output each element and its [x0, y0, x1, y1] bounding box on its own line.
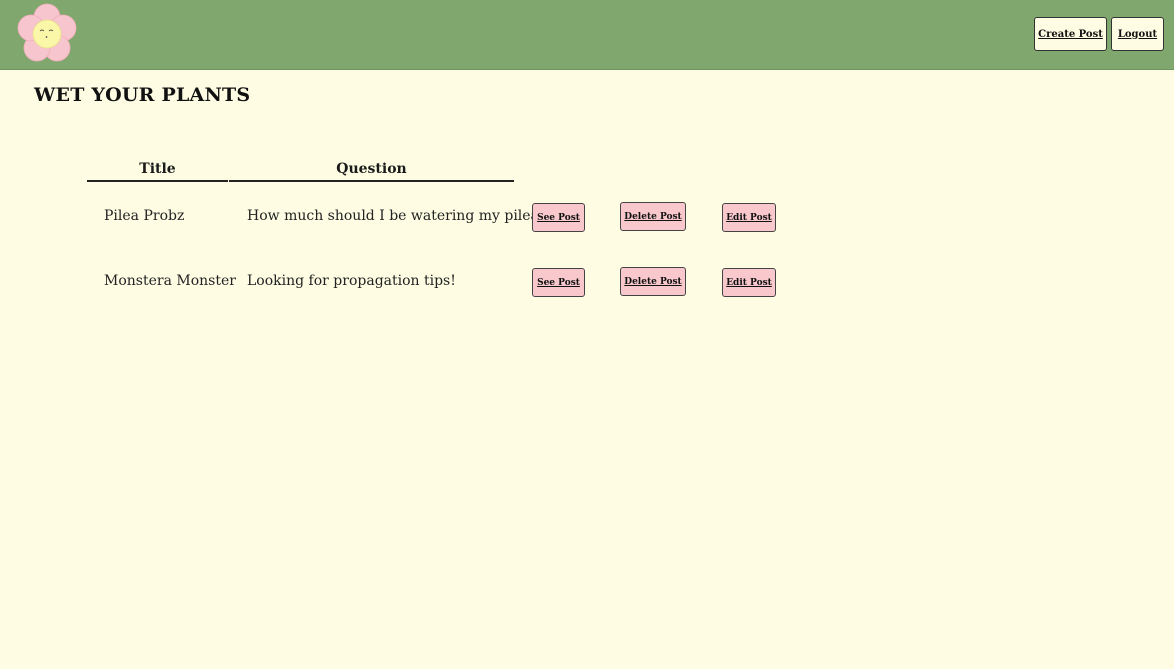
delete-post-button[interactable]: Delete Post	[620, 267, 686, 296]
flower-logo-icon[interactable]	[16, 3, 78, 65]
page-title: WET YOUR PLANTS	[34, 84, 251, 106]
logout-button[interactable]: Logout	[1111, 17, 1164, 51]
delete-post-button[interactable]: Delete Post	[620, 202, 686, 231]
see-post-button[interactable]: See Post	[532, 203, 585, 232]
navbar: Create Post Logout	[0, 0, 1174, 70]
column-header-question: Question	[229, 158, 514, 182]
create-post-button[interactable]: Create Post	[1034, 17, 1107, 51]
column-header-title: Title	[87, 158, 228, 182]
edit-post-button[interactable]: Edit Post	[722, 268, 776, 297]
post-question-cell: How much should I be watering my pilea?	[247, 208, 547, 224]
post-title-cell: Pilea Probz	[104, 208, 185, 224]
post-question-cell: Looking for propagation tips!	[247, 273, 456, 289]
post-title-cell: Monstera Monster	[104, 273, 236, 289]
see-post-button[interactable]: See Post	[532, 268, 585, 297]
edit-post-button[interactable]: Edit Post	[722, 203, 776, 232]
